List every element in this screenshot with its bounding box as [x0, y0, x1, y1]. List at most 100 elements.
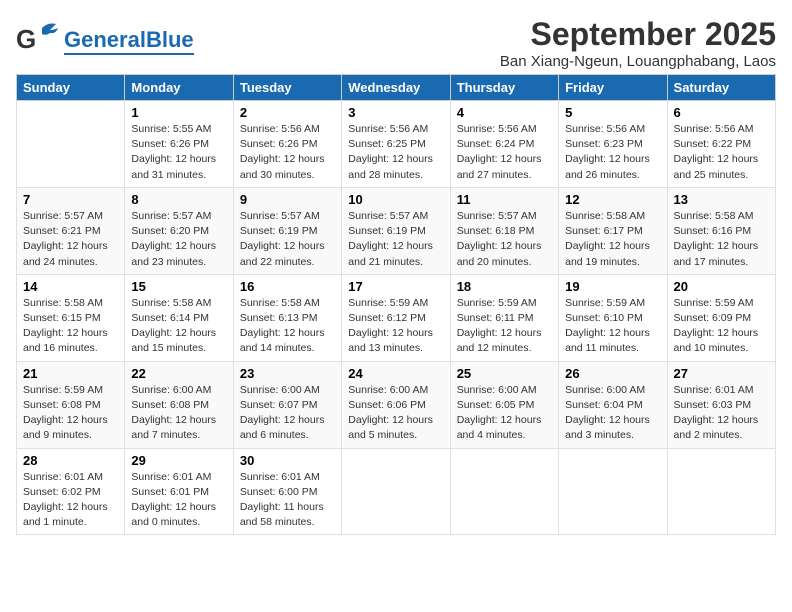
calendar-week-1: 1 Sunrise: 5:55 AMSunset: 6:26 PMDaylight… — [17, 101, 776, 188]
day-info: Sunrise: 6:00 AMSunset: 6:06 PMDaylight:… — [348, 383, 443, 444]
header-friday: Friday — [559, 75, 667, 101]
day-number: 17 — [348, 279, 443, 294]
calendar-cell — [559, 448, 667, 535]
logo-bird-icon: G — [16, 20, 60, 63]
day-info: Sunrise: 5:57 AMSunset: 6:19 PMDaylight:… — [240, 209, 335, 270]
header-thursday: Thursday — [450, 75, 558, 101]
calendar-cell: 21 Sunrise: 5:59 AMSunset: 6:08 PMDayligh… — [17, 361, 125, 448]
day-info: Sunrise: 5:58 AMSunset: 6:15 PMDaylight:… — [23, 296, 118, 357]
title-block: September 2025 Ban Xiang-Ngeun, Louangph… — [500, 16, 776, 70]
day-info: Sunrise: 5:56 AMSunset: 6:25 PMDaylight:… — [348, 122, 443, 183]
calendar-cell: 24 Sunrise: 6:00 AMSunset: 6:06 PMDayligh… — [342, 361, 450, 448]
header-monday: Monday — [125, 75, 233, 101]
day-number: 16 — [240, 279, 335, 294]
day-info: Sunrise: 5:57 AMSunset: 6:18 PMDaylight:… — [457, 209, 552, 270]
day-number: 5 — [565, 105, 660, 120]
day-info: Sunrise: 5:59 AMSunset: 6:11 PMDaylight:… — [457, 296, 552, 357]
day-number: 3 — [348, 105, 443, 120]
calendar-cell: 6 Sunrise: 5:56 AMSunset: 6:22 PMDaylight… — [667, 101, 775, 188]
day-number: 24 — [348, 366, 443, 381]
header-saturday: Saturday — [667, 75, 775, 101]
day-number: 21 — [23, 366, 118, 381]
main-title: September 2025 — [500, 16, 776, 53]
day-info: Sunrise: 5:58 AMSunset: 6:16 PMDaylight:… — [674, 209, 769, 270]
day-number: 2 — [240, 105, 335, 120]
day-number: 23 — [240, 366, 335, 381]
day-info: Sunrise: 6:01 AMSunset: 6:01 PMDaylight:… — [131, 470, 226, 531]
day-number: 7 — [23, 192, 118, 207]
calendar-cell: 7 Sunrise: 5:57 AMSunset: 6:21 PMDaylight… — [17, 187, 125, 274]
calendar-header-row: SundayMondayTuesdayWednesdayThursdayFrid… — [17, 75, 776, 101]
calendar-cell: 14 Sunrise: 5:58 AMSunset: 6:15 PMDayligh… — [17, 274, 125, 361]
calendar-table: SundayMondayTuesdayWednesdayThursdayFrid… — [16, 74, 776, 535]
day-info: Sunrise: 5:58 AMSunset: 6:13 PMDaylight:… — [240, 296, 335, 357]
calendar-cell: 26 Sunrise: 6:00 AMSunset: 6:04 PMDayligh… — [559, 361, 667, 448]
day-number: 10 — [348, 192, 443, 207]
calendar-cell: 2 Sunrise: 5:56 AMSunset: 6:26 PMDaylight… — [233, 101, 341, 188]
day-info: Sunrise: 6:00 AMSunset: 6:08 PMDaylight:… — [131, 383, 226, 444]
calendar-cell: 4 Sunrise: 5:56 AMSunset: 6:24 PMDaylight… — [450, 101, 558, 188]
day-number: 14 — [23, 279, 118, 294]
header-wednesday: Wednesday — [342, 75, 450, 101]
day-info: Sunrise: 5:57 AMSunset: 6:21 PMDaylight:… — [23, 209, 118, 270]
day-number: 28 — [23, 453, 118, 468]
header-sunday: Sunday — [17, 75, 125, 101]
day-number: 9 — [240, 192, 335, 207]
day-info: Sunrise: 5:57 AMSunset: 6:20 PMDaylight:… — [131, 209, 226, 270]
calendar-cell — [17, 101, 125, 188]
calendar-cell: 5Sunrise: 5:56 AMSunset: 6:23 PMDaylight… — [559, 101, 667, 188]
calendar-cell: 25 Sunrise: 6:00 AMSunset: 6:05 PMDayligh… — [450, 361, 558, 448]
logo: G GeneralBlue — [16, 20, 194, 63]
calendar-cell: 15Sunrise: 5:58 AMSunset: 6:14 PMDayligh… — [125, 274, 233, 361]
calendar-cell: 23Sunrise: 6:00 AMSunset: 6:07 PMDayligh… — [233, 361, 341, 448]
day-info: Sunrise: 6:00 AMSunset: 6:05 PMDaylight:… — [457, 383, 552, 444]
day-number: 18 — [457, 279, 552, 294]
calendar-cell: 10 Sunrise: 5:57 AMSunset: 6:19 PMDayligh… — [342, 187, 450, 274]
day-number: 13 — [674, 192, 769, 207]
calendar-cell: 22 Sunrise: 6:00 AMSunset: 6:08 PMDayligh… — [125, 361, 233, 448]
header-tuesday: Tuesday — [233, 75, 341, 101]
day-number: 22 — [131, 366, 226, 381]
page-header: G GeneralBlue September 2025 Ban Xiang-N… — [16, 16, 776, 70]
calendar-cell — [450, 448, 558, 535]
day-number: 19 — [565, 279, 660, 294]
day-info: Sunrise: 5:59 AMSunset: 6:08 PMDaylight:… — [23, 383, 118, 444]
day-number: 29 — [131, 453, 226, 468]
day-info: Sunrise: 6:00 AMSunset: 6:04 PMDaylight:… — [565, 383, 660, 444]
calendar-cell: 28 Sunrise: 6:01 AMSunset: 6:02 PMDayligh… — [17, 448, 125, 535]
calendar-week-4: 21 Sunrise: 5:59 AMSunset: 6:08 PMDayligh… — [17, 361, 776, 448]
day-number: 11 — [457, 192, 552, 207]
day-number: 6 — [674, 105, 769, 120]
calendar-cell: 20 Sunrise: 5:59 AMSunset: 6:09 PMDayligh… — [667, 274, 775, 361]
day-info: Sunrise: 5:56 AMSunset: 6:26 PMDaylight:… — [240, 122, 335, 183]
day-number: 1 — [131, 105, 226, 120]
day-number: 25 — [457, 366, 552, 381]
subtitle: Ban Xiang-Ngeun, Louangphabang, Laos — [500, 53, 776, 70]
calendar-cell: 3 Sunrise: 5:56 AMSunset: 6:25 PMDaylight… — [342, 101, 450, 188]
day-number: 27 — [674, 366, 769, 381]
day-info: Sunrise: 6:01 AMSunset: 6:00 PMDaylight:… — [240, 470, 335, 531]
day-info: Sunrise: 5:56 AMSunset: 6:24 PMDaylight:… — [457, 122, 552, 183]
day-info: Sunrise: 5:55 AMSunset: 6:26 PMDaylight:… — [131, 122, 226, 183]
day-number: 20 — [674, 279, 769, 294]
day-info: Sunrise: 6:01 AMSunset: 6:02 PMDaylight:… — [23, 470, 118, 531]
calendar-cell — [342, 448, 450, 535]
calendar-cell — [667, 448, 775, 535]
day-info: Sunrise: 5:56 AMSunset: 6:22 PMDaylight:… — [674, 122, 769, 183]
day-info: Sunrise: 5:57 AMSunset: 6:19 PMDaylight:… — [348, 209, 443, 270]
calendar-cell: 16 Sunrise: 5:58 AMSunset: 6:13 PMDayligh… — [233, 274, 341, 361]
day-number: 8 — [131, 192, 226, 207]
calendar-week-5: 28 Sunrise: 6:01 AMSunset: 6:02 PMDayligh… — [17, 448, 776, 535]
day-info: Sunrise: 5:59 AMSunset: 6:09 PMDaylight:… — [674, 296, 769, 357]
day-info: Sunrise: 5:58 AMSunset: 6:17 PMDaylight:… — [565, 209, 660, 270]
day-number: 30 — [240, 453, 335, 468]
day-number: 26 — [565, 366, 660, 381]
calendar-cell: 12Sunrise: 5:58 AMSunset: 6:17 PMDayligh… — [559, 187, 667, 274]
svg-text:G: G — [16, 24, 36, 54]
day-number: 15 — [131, 279, 226, 294]
day-number: 4 — [457, 105, 552, 120]
calendar-week-2: 7 Sunrise: 5:57 AMSunset: 6:21 PMDaylight… — [17, 187, 776, 274]
logo-text: GeneralBlue — [64, 28, 194, 52]
calendar-week-3: 14 Sunrise: 5:58 AMSunset: 6:15 PMDayligh… — [17, 274, 776, 361]
day-info: Sunrise: 5:59 AMSunset: 6:12 PMDaylight:… — [348, 296, 443, 357]
